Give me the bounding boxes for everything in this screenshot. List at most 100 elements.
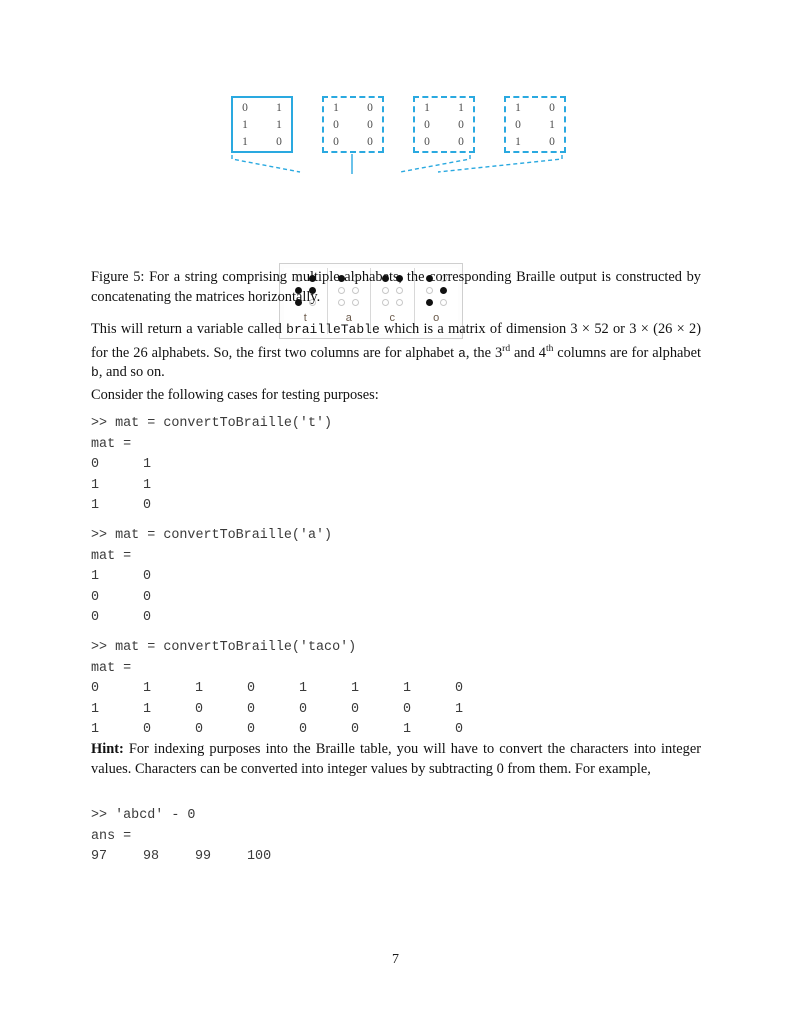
- matrix-value: 1: [515, 102, 521, 114]
- matrix-value: 0: [424, 119, 430, 131]
- code-output-value: 0: [91, 457, 100, 473]
- figure-caption-text: For a string comprising multiple alphabe…: [91, 269, 701, 305]
- matrix-value: 0: [515, 119, 521, 131]
- document-page: 011110 100000 110000 100110 taco Figure …: [0, 0, 791, 1024]
- code-output-value: 0: [247, 722, 256, 738]
- code-result-label: mat =: [91, 436, 132, 452]
- figure-caption: Figure 5: For a string comprising multip…: [91, 268, 701, 307]
- code-output-row: 00: [91, 588, 701, 609]
- matrix-value: 1: [458, 102, 464, 114]
- code-output-row: 0 1 1 0 1 1 1 0: [91, 679, 701, 700]
- hint-text: For indexing purposes into the Braille t…: [91, 741, 701, 777]
- paragraph-braille-table: This will return a variable called brail…: [91, 320, 701, 382]
- paragraph-hint: Hint: For indexing purposes into the Bra…: [91, 740, 701, 779]
- code-output-value: 1: [195, 681, 204, 697]
- braille-matrix-o: 100110: [504, 96, 566, 153]
- matrix-row: 11: [233, 117, 291, 134]
- figure-connector-lines: [231, 154, 563, 174]
- matrix-row: 01: [233, 100, 291, 117]
- code-output-value: 1: [143, 477, 152, 493]
- code-output-value: 0: [143, 722, 152, 738]
- code-output-value: 1: [403, 722, 412, 738]
- code-block-convert-t: >> mat = convertToBraille('t') mat = 0 1 1 1 1…: [91, 414, 701, 517]
- matrix-row: 10: [506, 100, 564, 117]
- code-prompt-line: >> mat = convertToBraille('taco'): [91, 640, 357, 655]
- code-output-value: 99: [195, 849, 212, 865]
- code-output-value: 0: [195, 701, 204, 717]
- code-result-label: mat =: [91, 548, 132, 564]
- p1-text-a: This will return a variable called: [91, 321, 287, 337]
- code-output-row: 10: [91, 496, 701, 517]
- code-output-row: 1 1 0 0 0 0 0 1: [91, 700, 701, 721]
- code-output-value: 0: [143, 610, 152, 626]
- code-output-value: 0: [455, 681, 464, 697]
- matrix-row: 00: [415, 117, 473, 134]
- matrix-row: 00: [415, 134, 473, 151]
- code-output-value: 1: [91, 498, 100, 514]
- code-block-abcd-minus-zero: >> 'abcd' - 0 ans = 97 98 99 100: [91, 806, 701, 868]
- code-output-value: 0: [195, 722, 204, 738]
- p1-text-f: , and so on.: [98, 363, 165, 380]
- p1-text-e: columns are for alphabet: [553, 344, 702, 361]
- braille-matrix-c: 110000: [413, 96, 475, 153]
- code-result-label: ans =: [91, 828, 132, 844]
- code-output-value: 0: [143, 498, 152, 514]
- matrix-value: 1: [242, 136, 248, 148]
- code-output-value: 1: [91, 722, 100, 738]
- matrix-row: 00: [324, 134, 382, 151]
- matrix-value: 1: [276, 119, 282, 131]
- matrix-value: 0: [549, 136, 555, 148]
- matrix-value: 1: [276, 102, 282, 114]
- code-output-value: 1: [91, 477, 100, 493]
- p1-text-d: and 4: [510, 344, 546, 361]
- code-output-row: 11: [91, 476, 701, 497]
- code-output-row: 97 98 99 100: [91, 847, 701, 868]
- code-output-value: 1: [455, 701, 464, 717]
- code-output-value: 0: [91, 681, 100, 697]
- matrix-row: 10: [506, 134, 564, 151]
- braille-matrix-a: 100000: [322, 96, 384, 153]
- code-prompt-line: >> mat = convertToBraille('a'): [91, 528, 333, 543]
- matrix-value: 0: [333, 119, 339, 131]
- code-output-value: 0: [143, 569, 152, 585]
- page-number: 7: [392, 952, 399, 967]
- code-output-value: 0: [247, 701, 256, 717]
- matrix-value: 0: [367, 136, 373, 148]
- code-output-value: 0: [247, 681, 256, 697]
- matrix-value: 0: [549, 102, 555, 114]
- code-result-label: mat =: [91, 660, 132, 676]
- braille-table-code: brailleTable: [286, 322, 380, 337]
- matrix-value: 0: [242, 102, 248, 114]
- code-output-value: 0: [403, 701, 412, 717]
- matrix-value: 0: [367, 102, 373, 114]
- code-output-value: 0: [299, 701, 308, 717]
- code-output-value: 1: [299, 681, 308, 697]
- matrix-row: 00: [324, 117, 382, 134]
- matrix-value: 0: [333, 136, 339, 148]
- code-output-value: 1: [351, 681, 360, 697]
- code-output-value: 0: [91, 589, 100, 605]
- hint-label: Hint:: [91, 741, 124, 757]
- code-output-value: 0: [455, 722, 464, 738]
- matrix-value: 1: [549, 119, 555, 131]
- code-prompt-line: >> 'abcd' - 0: [91, 808, 196, 823]
- matrix-value: 1: [515, 136, 521, 148]
- matrix-row: 10: [324, 100, 382, 117]
- code-output-value: 1: [143, 701, 152, 717]
- ordinal-rd: rd: [502, 343, 511, 354]
- matrix-value: 0: [458, 119, 464, 131]
- matrix-value: 0: [367, 119, 373, 131]
- matrix-row: 01: [506, 117, 564, 134]
- matrix-row: 11: [415, 100, 473, 117]
- code-output-value: 100: [247, 849, 272, 865]
- code-output-value: 0: [143, 589, 152, 605]
- code-block-convert-a: >> mat = convertToBraille('a') mat = 1 0 0 0 0…: [91, 526, 701, 629]
- code-output-value: 0: [91, 610, 100, 626]
- code-output-value: 1: [403, 681, 412, 697]
- code-output-row: 01: [91, 455, 701, 476]
- code-output-row: 00: [91, 608, 701, 629]
- matrix-value: 1: [424, 102, 430, 114]
- p1-text-c: , the 3: [465, 344, 503, 361]
- code-output-value: 0: [351, 722, 360, 738]
- code-output-value: 0: [299, 722, 308, 738]
